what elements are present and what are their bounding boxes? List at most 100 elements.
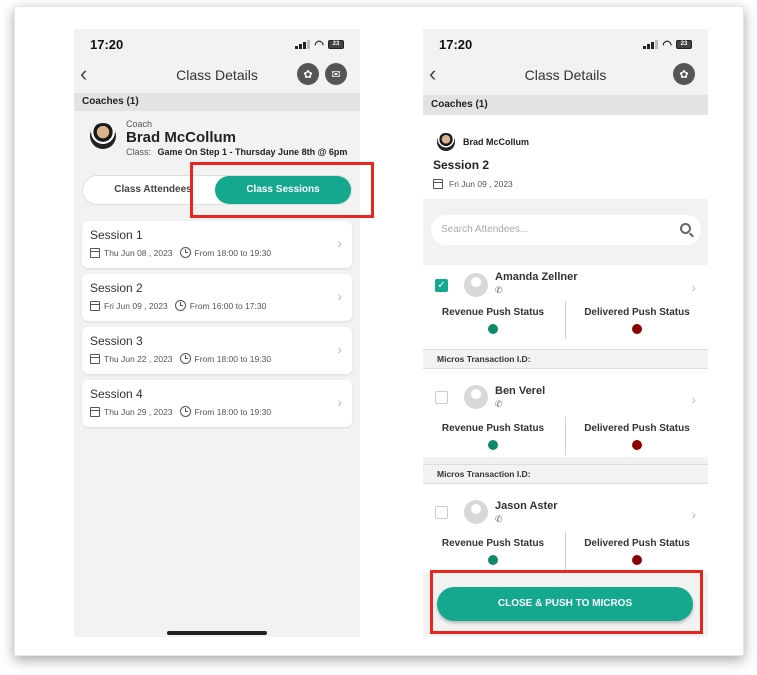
revenue-status-dot bbox=[488, 555, 498, 565]
person-avatar-icon bbox=[464, 273, 488, 297]
right-phone-screen: 17:20 ◠ 23 ‹ Class Details ✿ Coaches (1)… bbox=[423, 29, 708, 637]
calendar-icon bbox=[433, 179, 443, 189]
session-time: From 18:00 to 19:30 bbox=[194, 406, 272, 417]
delivered-push-label: Delivered Push Status bbox=[584, 538, 690, 549]
class-value: Game On Step 1 - Thursday June 8th @ 6pm bbox=[157, 147, 348, 157]
chevron-right-icon: › bbox=[691, 391, 696, 407]
status-time: 17:20 bbox=[90, 36, 124, 52]
battery-icon: 23 bbox=[328, 39, 344, 49]
page-title: Class Details bbox=[524, 67, 607, 83]
person-avatar-icon bbox=[464, 500, 488, 524]
avatar bbox=[437, 133, 455, 151]
palette-icon[interactable]: ✿ bbox=[297, 63, 319, 85]
highlight-box-sessions-tab bbox=[190, 162, 374, 218]
status-time: 17:20 bbox=[439, 36, 473, 52]
chevron-right-icon: › bbox=[691, 506, 696, 522]
revenue-push-label: Revenue Push Status bbox=[441, 307, 545, 318]
session-date: Fri Jun 09 , 2023 bbox=[449, 179, 513, 189]
coach-info: Brad McCollum Session 2 Fri Jun 09 , 202… bbox=[423, 115, 708, 199]
divider bbox=[565, 532, 566, 570]
delivered-push-label: Delivered Push Status bbox=[584, 423, 690, 434]
clock-icon bbox=[174, 300, 186, 311]
coach-name: Brad McCollum bbox=[463, 137, 530, 147]
phone-icon: ✆ bbox=[495, 285, 503, 295]
back-icon[interactable]: ‹ bbox=[429, 63, 436, 85]
session-time: From 18:00 to 19:30 bbox=[194, 247, 272, 258]
attendee-checkbox[interactable] bbox=[435, 391, 448, 404]
nav-bar: ‹ Class Details ✿ bbox=[423, 59, 708, 91]
nav-bar: ‹ Class Details ✿ ✉ bbox=[74, 59, 360, 91]
clock-icon bbox=[179, 353, 191, 364]
status-bar: 17:20 ◠ 23 bbox=[423, 29, 708, 59]
session-name: Session 3 bbox=[90, 334, 143, 348]
session-name: Session 1 bbox=[90, 228, 143, 242]
chevron-right-icon: › bbox=[337, 235, 342, 251]
revenue-push-label: Revenue Push Status bbox=[441, 538, 545, 549]
phone-icon: ✆ bbox=[495, 514, 503, 524]
delivered-status-dot bbox=[632, 324, 642, 334]
attendee-checkbox[interactable]: ✓ bbox=[435, 279, 448, 292]
session-date: Thu Jun 29 , 2023 bbox=[104, 406, 173, 417]
battery-icon: 23 bbox=[676, 39, 692, 49]
attendee-name: Jason Aster bbox=[495, 500, 558, 512]
attendee-row[interactable]: ✓ Amanda Zellner ✆ › Revenue Push Status… bbox=[423, 265, 708, 353]
class-label: Class: bbox=[126, 147, 152, 157]
session-date: Fri Jun 09 , 2023 bbox=[104, 300, 168, 311]
coaches-header: Coaches (1) bbox=[74, 93, 360, 111]
search-placeholder: Search Attendees... bbox=[441, 224, 529, 235]
revenue-status-dot bbox=[488, 324, 498, 334]
session-title: Session 2 bbox=[433, 158, 490, 172]
session-card[interactable]: Session 4 Thu Jun 29 , 2023 From 18:00 to… bbox=[82, 380, 352, 427]
clock-icon bbox=[179, 406, 191, 417]
micros-transaction-id: Micros Transaction I.D: bbox=[423, 464, 708, 484]
divider bbox=[565, 417, 566, 455]
wifi-icon: ◠ bbox=[662, 38, 672, 51]
session-card[interactable]: Session 1 Thu Jun 08 , 2023 From 18:00 to… bbox=[82, 221, 352, 268]
attendee-checkbox[interactable] bbox=[435, 506, 448, 519]
search-icon[interactable] bbox=[680, 223, 691, 234]
revenue-status-dot bbox=[488, 440, 498, 450]
palette-icon[interactable]: ✿ bbox=[673, 63, 695, 85]
phone-icon: ✆ bbox=[495, 399, 503, 409]
micros-transaction-id: Micros Transaction I.D: bbox=[423, 349, 708, 369]
highlight-box-push-button bbox=[430, 570, 703, 634]
wifi-icon: ◠ bbox=[314, 38, 324, 51]
person-avatar-icon bbox=[464, 385, 488, 409]
page-title: Class Details bbox=[176, 67, 258, 83]
chevron-right-icon: › bbox=[337, 288, 342, 304]
divider bbox=[565, 301, 566, 339]
coach-name: Brad McCollum bbox=[126, 129, 237, 146]
chevron-right-icon: › bbox=[337, 394, 342, 410]
signal-icon bbox=[295, 39, 311, 49]
session-card[interactable]: Session 3 Thu Jun 22 , 2023 From 18:00 to… bbox=[82, 327, 352, 374]
coach-role: Coach bbox=[126, 119, 153, 129]
mail-icon[interactable]: ✉ bbox=[325, 63, 347, 85]
status-bar: 17:20 ◠ 23 bbox=[74, 29, 360, 59]
coach-info: Coach Brad McCollum Class: Game On Step … bbox=[74, 111, 360, 161]
search-input[interactable]: Search Attendees... bbox=[431, 215, 701, 245]
attendee-row[interactable]: Ben Verel ✆ › Revenue Push Status Delive… bbox=[423, 369, 708, 457]
attendee-row[interactable]: Jason Aster ✆ › Revenue Push Status Deli… bbox=[423, 484, 708, 572]
session-date: Thu Jun 22 , 2023 bbox=[104, 353, 173, 364]
session-name: Session 4 bbox=[90, 387, 143, 401]
attendee-name: Amanda Zellner bbox=[495, 271, 578, 283]
avatar bbox=[90, 123, 116, 149]
calendar-icon bbox=[90, 406, 100, 417]
session-card[interactable]: Session 2 Fri Jun 09 , 2023 From 16:00 to… bbox=[82, 274, 352, 321]
delivered-status-dot bbox=[632, 440, 642, 450]
calendar-icon bbox=[90, 300, 100, 311]
home-indicator bbox=[167, 631, 267, 635]
session-name: Session 2 bbox=[90, 281, 143, 295]
calendar-icon bbox=[90, 247, 100, 258]
back-icon[interactable]: ‹ bbox=[80, 63, 87, 85]
revenue-push-label: Revenue Push Status bbox=[441, 423, 545, 434]
session-time: From 16:00 to 17:30 bbox=[189, 300, 267, 311]
clock-icon bbox=[179, 247, 191, 258]
chevron-right-icon: › bbox=[337, 341, 342, 357]
session-time: From 18:00 to 19:30 bbox=[194, 353, 272, 364]
delivered-status-dot bbox=[632, 555, 642, 565]
delivered-push-label: Delivered Push Status bbox=[584, 307, 690, 318]
attendee-name: Ben Verel bbox=[495, 385, 546, 397]
left-phone-screen: 17:20 ◠ 23 ‹ Class Details ✿ ✉ Coaches (… bbox=[74, 29, 360, 637]
coaches-header: Coaches (1) bbox=[423, 95, 708, 115]
